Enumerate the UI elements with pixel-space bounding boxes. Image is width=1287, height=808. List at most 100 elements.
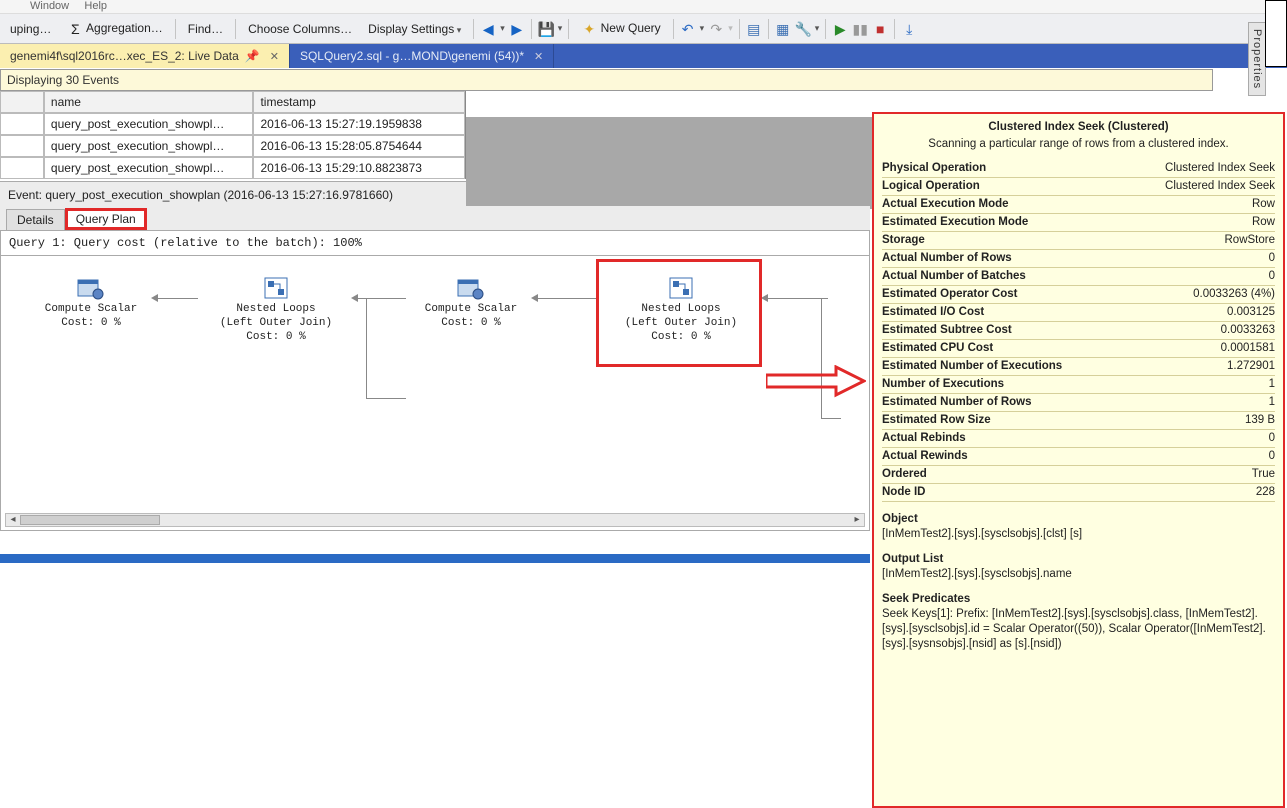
tooltip-row: Actual Number of Rows0 (882, 250, 1275, 268)
tooltip-value: 0 (1269, 269, 1275, 284)
row-select[interactable] (0, 157, 44, 179)
aggregation-label: Aggregation… (86, 21, 163, 35)
plan-node-compute-scalar-2[interactable]: Compute Scalar Cost: 0 % (411, 276, 531, 330)
nav-back-icon[interactable]: ◀ (480, 21, 496, 37)
tooltip-value: 0.0033263 (4%) (1193, 287, 1275, 302)
new-query-icon: ✦ (581, 21, 597, 37)
tooltip-row: Actual Rebinds0 (882, 430, 1275, 448)
tooltip-key: Logical Operation (882, 179, 1165, 194)
table-row[interactable]: query_post_execution_showpl… 2016-06-13 … (0, 157, 465, 179)
tab-sqlquery2-label: SQLQuery2.sql - g…MOND\genemi (54))* (300, 49, 524, 63)
tooltip-key: Estimated Number of Executions (882, 359, 1227, 374)
plan-tabstrip: Details Query Plan (0, 206, 870, 230)
tooltip-value: 1.272901 (1227, 359, 1275, 374)
grid-header-timestamp[interactable]: timestamp (253, 91, 465, 113)
row-select[interactable] (0, 113, 44, 135)
stop-icon[interactable]: ■ (872, 21, 888, 37)
tooltip-value: 0 (1269, 251, 1275, 266)
grid-header-name[interactable]: name (44, 91, 254, 113)
aggregation-button[interactable]: Σ Aggregation… (61, 19, 168, 39)
tooltip-object-value: [InMemTest2].[sys].[sysclsobjs].[clst] [… (882, 527, 1275, 542)
tooltip-seek-header: Seek Predicates (882, 592, 1275, 607)
new-query-label: New Query (601, 21, 661, 35)
tooltip-key: Estimated Execution Mode (882, 215, 1252, 230)
undo-dd[interactable]: ▾ (700, 23, 705, 34)
tooltip-value: Row (1252, 215, 1275, 230)
play-icon[interactable]: ▶ (832, 21, 848, 37)
nested-loops-icon (261, 276, 291, 300)
tooltip-value: 139 B (1245, 413, 1275, 428)
tooltip-seek-value: Seek Keys[1]: Prefix: [InMemTest2].[sys]… (882, 607, 1275, 652)
display-settings-button[interactable]: Display Settings (362, 20, 467, 38)
tooltip-row: Actual Number of Batches0 (882, 268, 1275, 286)
horizontal-scrollbar[interactable]: ◂ ▸ (5, 513, 865, 527)
tooltip-key: Node ID (882, 485, 1256, 500)
tooltip-key: Ordered (882, 467, 1252, 482)
node-cost: Cost: 0 % (201, 330, 351, 344)
nav-forward-icon[interactable]: ▶ (509, 21, 525, 37)
step-icon[interactable]: ⤓ (901, 21, 917, 37)
save-dd[interactable]: ▾ (558, 23, 563, 34)
wrench-icon[interactable]: 🔧 (795, 21, 811, 37)
undo-icon[interactable]: ↶ (680, 21, 696, 37)
tooltip-row: Actual Execution ModeRow (882, 196, 1275, 214)
row-name: query_post_execution_showpl… (44, 135, 254, 157)
tab-sqlquery2[interactable]: SQLQuery2.sql - g…MOND\genemi (54))* ✕ (290, 44, 554, 68)
menu-window[interactable]: Window (30, 0, 69, 12)
row-select[interactable] (0, 135, 44, 157)
tooltip-value: 228 (1256, 485, 1275, 500)
plan-node-nested-loops-2[interactable]: Nested Loops (Left Outer Join) Cost: 0 % (606, 276, 756, 344)
nav-back-dd[interactable]: ▾ (500, 23, 505, 34)
table-icon (456, 276, 486, 300)
tooltip-key: Estimated Row Size (882, 413, 1245, 428)
table-row[interactable]: query_post_execution_showpl… 2016-06-13 … (0, 113, 465, 135)
tooltip-row: Estimated Number of Executions1.272901 (882, 358, 1275, 376)
scroll-left-icon[interactable]: ◂ (6, 514, 20, 526)
tool-icon-2[interactable]: ▦ (775, 21, 791, 37)
events-grid: name timestamp query_post_execution_show… (0, 91, 466, 179)
plan-node-compute-scalar-1[interactable]: Compute Scalar Cost: 0 % (31, 276, 151, 330)
node-title: Nested Loops (201, 302, 351, 316)
row-name: query_post_execution_showpl… (44, 113, 254, 135)
tab-live-data[interactable]: genemi4f\sql2016rc…xec_ES_2: Live Data 📌… (0, 44, 290, 68)
tooltip-value: 1 (1269, 395, 1275, 410)
toolbar: uping… Σ Aggregation… Find… Choose Colum… (0, 14, 1287, 44)
pin-icon[interactable]: 📌 (245, 49, 260, 63)
tooltip-key: Estimated I/O Cost (882, 305, 1227, 320)
tab-live-data-label: genemi4f\sql2016rc…xec_ES_2: Live Data (10, 49, 239, 63)
tooltip-key: Actual Execution Mode (882, 197, 1252, 212)
tab-query-plan[interactable]: Query Plan (65, 208, 147, 230)
tooltip-key: Storage (882, 233, 1225, 248)
scroll-thumb[interactable] (20, 515, 160, 525)
grid-empty-area (466, 117, 872, 209)
menu-help[interactable]: Help (84, 0, 107, 12)
pause-icon[interactable]: ▮▮ (852, 21, 868, 37)
plan-query-cost-header: Query 1: Query cost (relative to the bat… (0, 230, 870, 256)
tooltip-value: True (1252, 467, 1275, 482)
new-query-button[interactable]: ✦ New Query (575, 19, 666, 39)
node-sub: (Left Outer Join) (606, 316, 756, 330)
close-icon[interactable]: ✕ (534, 50, 543, 63)
tooltip-value: 0 (1269, 449, 1275, 464)
tooltip-row: Node ID228 (882, 484, 1275, 502)
plan-node-nested-loops-1[interactable]: Nested Loops (Left Outer Join) Cost: 0 % (201, 276, 351, 344)
choose-columns-button[interactable]: Choose Columns… (242, 20, 358, 38)
table-row[interactable]: query_post_execution_showpl… 2016-06-13 … (0, 135, 465, 157)
tool-icon-1[interactable]: ▤ (746, 21, 762, 37)
wrench-dd[interactable]: ▾ (815, 23, 820, 34)
tooltip-value: 0 (1269, 431, 1275, 446)
save-icon[interactable]: 💾 (538, 21, 554, 37)
find-button[interactable]: Find… (182, 20, 229, 38)
tooltip-value: Clustered Index Seek (1165, 179, 1275, 194)
close-icon[interactable]: ✕ (270, 50, 279, 63)
tooltip-key: Number of Executions (882, 377, 1269, 392)
callout-arrow-icon (766, 365, 866, 405)
tooltip-desc: Scanning a particular range of rows from… (882, 137, 1275, 152)
grouping-button[interactable]: uping… (4, 20, 57, 38)
grid-header-select[interactable] (0, 91, 44, 113)
node-sub: (Left Outer Join) (201, 316, 351, 330)
tab-details[interactable]: Details (6, 209, 65, 230)
execution-plan-canvas[interactable]: Compute Scalar Cost: 0 % Nested Loops (L… (0, 256, 870, 531)
scroll-right-icon[interactable]: ▸ (850, 514, 864, 526)
tooltip-key: Actual Rebinds (882, 431, 1269, 446)
